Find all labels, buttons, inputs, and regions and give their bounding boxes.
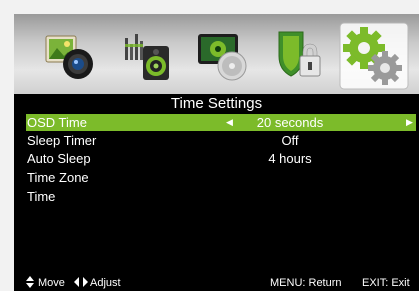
menu-category-bar	[14, 14, 419, 94]
menu-item-label: Sleep Timer	[27, 133, 97, 148]
exit-hint: EXIT: Exit	[362, 277, 410, 289]
lock-icon[interactable]	[269, 26, 327, 84]
menu-item-value: 4 hours	[268, 151, 312, 166]
picture-icon[interactable]	[42, 26, 100, 84]
menu-item-label: Auto Sleep	[27, 151, 91, 166]
tv-osd-menu: Time Settings OSD Time ◀ 20 seconds ▶ Sl…	[14, 14, 419, 291]
move-hint: Move	[26, 276, 65, 291]
menu-item-value: Off	[281, 133, 299, 148]
up-down-arrows-icon	[26, 276, 34, 288]
menu-item-label: Time	[27, 189, 56, 204]
move-hint-label: Move	[38, 277, 65, 289]
menu-item-auto-sleep[interactable]: Auto Sleep 4 hours	[26, 150, 416, 167]
menu-item-osd-time[interactable]: OSD Time ◀ 20 seconds ▶	[26, 114, 416, 131]
sound-icon[interactable]	[117, 26, 175, 84]
menu-item-label: OSD Time	[27, 115, 87, 130]
menu-item-time-zone[interactable]: Time Zone	[26, 169, 416, 186]
menu-item-value: 20 seconds	[256, 115, 324, 130]
menu-item-sleep-timer[interactable]: Sleep Timer Off	[26, 132, 416, 149]
adjust-hint: Adjust	[74, 276, 121, 291]
menu-return-hint: MENU: Return	[270, 277, 342, 289]
settings-gear-icon[interactable]	[339, 22, 409, 90]
help-footer: Move Adjust MENU: Return EXIT: Exit	[14, 276, 419, 291]
menu-item-label: Time Zone	[27, 170, 89, 185]
adjust-hint-label: Adjust	[90, 277, 121, 289]
menu-item-time[interactable]: Time	[26, 188, 416, 205]
section-title: Time Settings	[170, 95, 263, 112]
arrow-right-icon[interactable]: ▶	[406, 114, 413, 131]
channel-icon[interactable]	[194, 26, 252, 84]
left-right-arrows-icon	[74, 277, 88, 287]
